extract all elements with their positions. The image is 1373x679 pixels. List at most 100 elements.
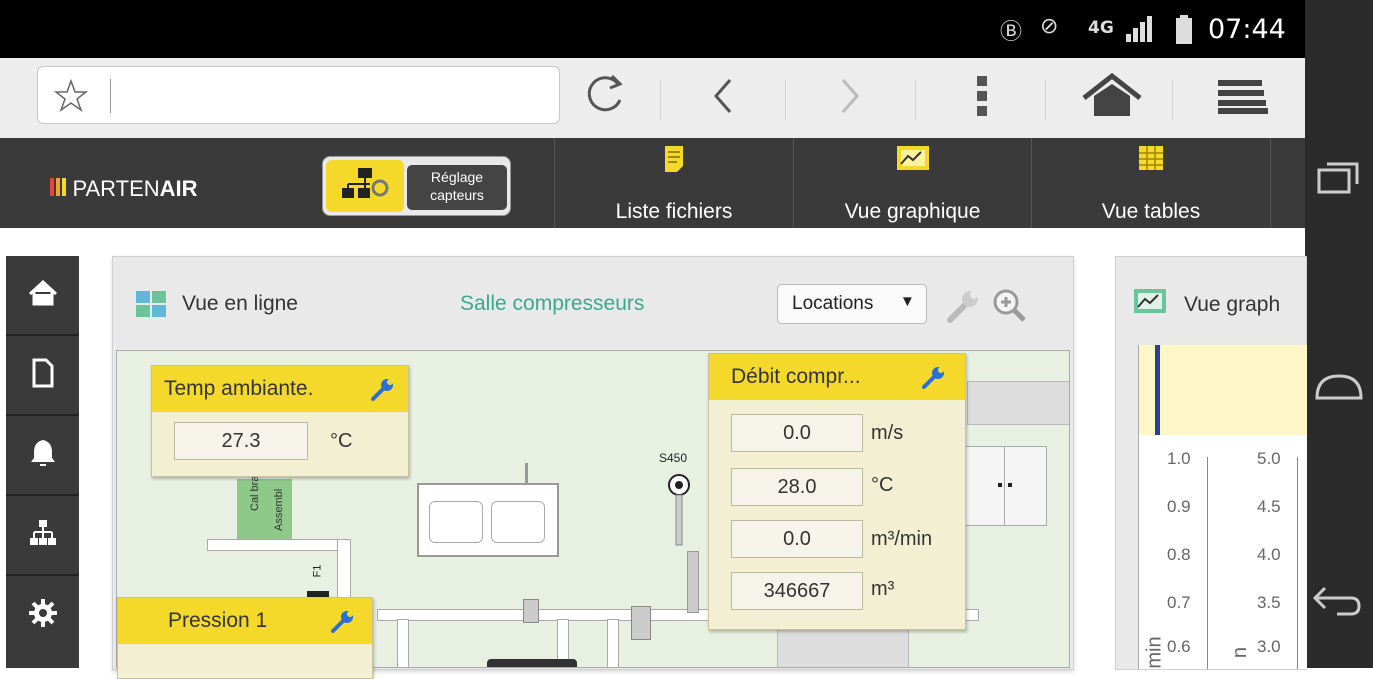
tick-label: 0.7 xyxy=(1167,593,1191,612)
sidebar-item-home[interactable] xyxy=(6,256,79,336)
graph-area: 1.0 0.9 0.8 0.7 0.6 5.0 4.5 4.0 3.5 3.0 … xyxy=(1138,345,1307,669)
tick-label: 4.5 xyxy=(1257,497,1281,516)
file-list-icon xyxy=(665,146,683,172)
network-label: 4G xyxy=(1088,18,1114,38)
pipe xyxy=(397,619,409,667)
wrench-icon[interactable] xyxy=(921,364,947,390)
time-cursor[interactable] xyxy=(1155,345,1160,435)
back-icon[interactable] xyxy=(708,76,738,116)
tick-label: 0.6 xyxy=(1167,637,1191,656)
tab-file-list[interactable]: Liste fichiers xyxy=(554,138,793,228)
home-icon xyxy=(28,279,58,306)
browser-toolbar xyxy=(0,58,1305,139)
signal-icon xyxy=(1126,16,1152,42)
graph-view-panel: Vue graph 1.0 0.9 0.8 0.7 0.6 5.0 4.5 4.… xyxy=(1115,256,1307,670)
chevron-down-icon: ▼ xyxy=(900,293,915,310)
bell-icon xyxy=(31,440,55,466)
sensor-card-flow[interactable]: Débit compr... 0.0 m/s 28.0 °C 0.0 m³/mi… xyxy=(708,353,966,630)
home-icon[interactable] xyxy=(1080,72,1144,118)
tick-label: 3.5 xyxy=(1257,593,1281,612)
tab-label: Vue tables xyxy=(1101,200,1201,223)
sidebar-item-settings[interactable] xyxy=(6,576,79,668)
brand-logo: PARTENAIR xyxy=(50,176,198,202)
pipe-assembly: Assembl xyxy=(267,479,292,539)
locations-label: Locations xyxy=(792,293,874,314)
star-icon[interactable] xyxy=(54,79,88,113)
card-header: Pression 1 xyxy=(118,598,372,644)
forward-icon[interactable] xyxy=(835,76,865,116)
sidebar-item-alarms[interactable] xyxy=(6,416,79,496)
reload-icon[interactable] xyxy=(580,70,628,118)
tick-label: 5.0 xyxy=(1257,449,1281,468)
tab-chart-view[interactable]: Vue graphique xyxy=(793,138,1031,228)
online-view-icon xyxy=(136,291,166,317)
sidebar-item-network[interactable] xyxy=(6,496,79,576)
url-field[interactable] xyxy=(37,66,560,124)
panel-header: Vue en ligne Salle compresseurs Location… xyxy=(112,256,1072,348)
filter xyxy=(631,606,651,640)
tick-label: 0.9 xyxy=(1167,497,1191,516)
chart-view-icon xyxy=(1134,289,1166,313)
clock: 07:44 xyxy=(1208,14,1286,45)
tick-label: 1.0 xyxy=(1167,449,1191,468)
locations-dropdown[interactable]: Locations ▼ xyxy=(777,284,927,324)
table-view-icon xyxy=(1139,146,1163,170)
graph-panel-title: Vue graph xyxy=(1184,293,1281,316)
tick-label: 3.0 xyxy=(1257,637,1281,656)
logo-bold: AIR xyxy=(159,176,198,201)
network-icon xyxy=(30,520,56,545)
back-nav-icon[interactable] xyxy=(1311,582,1365,618)
unit-label: °C xyxy=(330,430,353,452)
pipe xyxy=(607,619,619,667)
status-bar: Ⓑ ⊘ 4G 07:44 xyxy=(0,0,1305,58)
tick-label: 4.0 xyxy=(1257,545,1281,564)
value-field: 346667 xyxy=(731,572,863,610)
pipe xyxy=(687,551,699,613)
card-header: Débit compr... xyxy=(709,354,965,400)
tab-label: Vue graphique xyxy=(844,200,981,223)
bluetooth-icon: Ⓑ xyxy=(1000,20,1023,45)
unit-label: m/s xyxy=(871,422,904,444)
settings-line1: Réglage xyxy=(430,169,484,185)
device-label: S450 xyxy=(659,451,688,465)
android-nav-bar xyxy=(1305,0,1373,668)
gear-icon xyxy=(29,599,57,627)
flow-sensor xyxy=(668,474,690,546)
wrench-icon[interactable] xyxy=(942,286,982,326)
logo-light: PARTEN xyxy=(72,176,160,201)
vibrate-icon: ⊘ xyxy=(1040,14,1059,39)
cabinet xyxy=(965,446,1047,526)
recent-apps-icon[interactable] xyxy=(1315,160,1363,196)
panel-title: Vue en ligne xyxy=(182,292,298,315)
settings-line2: capteurs xyxy=(430,187,484,203)
home-nav-icon[interactable] xyxy=(1313,368,1365,404)
sensor-settings-icon xyxy=(342,168,389,198)
tab-table-view[interactable]: Vue tables xyxy=(1031,138,1271,228)
settings-sensors-button[interactable]: Réglage capteurs xyxy=(322,156,511,216)
axis-unit: n xyxy=(1229,646,1252,659)
card-header: Temp ambiante. xyxy=(152,366,408,412)
pipe xyxy=(207,539,349,551)
card-title: Temp ambiante. xyxy=(164,377,314,400)
chart-view-icon xyxy=(896,146,929,170)
wrench-icon[interactable] xyxy=(330,608,356,634)
sensor-card-temperature[interactable]: Temp ambiante. 27.3 °C xyxy=(151,365,409,477)
tab-label: Liste fichiers xyxy=(615,200,733,223)
display-unit xyxy=(417,483,559,557)
unit-label: m³/min xyxy=(871,528,933,550)
zoom-in-icon[interactable] xyxy=(990,286,1030,326)
card-title: Pression 1 xyxy=(168,609,268,632)
axis-unit: min xyxy=(1143,636,1166,669)
value-field: 0.0 xyxy=(731,414,863,452)
sensor-card-pressure[interactable]: Pression 1 xyxy=(117,597,373,679)
overflow-menu-icon[interactable] xyxy=(972,70,992,120)
location-title: Salle compresseurs xyxy=(460,292,645,315)
wrench-icon[interactable] xyxy=(370,376,396,402)
unit-label: °C xyxy=(871,474,894,496)
unit-label: m³ xyxy=(871,578,895,600)
valve xyxy=(523,599,539,623)
value-field: 28.0 xyxy=(731,468,863,506)
tabs-icon[interactable] xyxy=(1214,76,1270,116)
tick-label: 0.8 xyxy=(1167,545,1191,564)
sidebar-item-documents[interactable] xyxy=(6,336,79,416)
